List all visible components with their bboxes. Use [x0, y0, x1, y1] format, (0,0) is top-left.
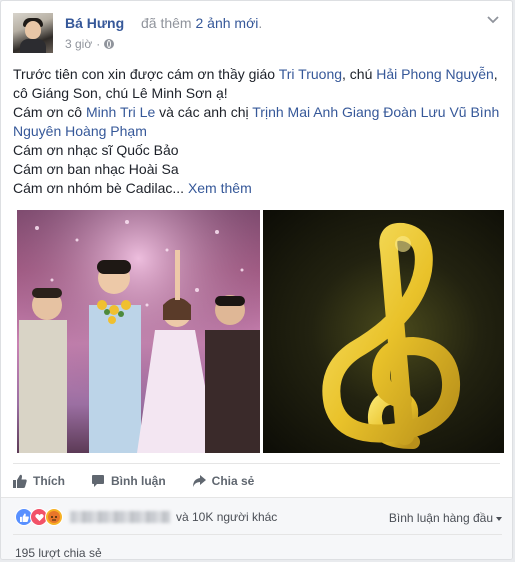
comment-sort-dropdown[interactable]: Bình luận hàng đầu — [389, 511, 502, 525]
reactions-bar: và 10K người khác Bình luận hàng đầu 195… — [1, 497, 512, 559]
reaction-count-text[interactable]: và 10K người khác — [176, 510, 277, 524]
comment-icon — [92, 475, 104, 487]
post-action: đã thêm 2 ảnh mới. — [141, 15, 262, 31]
text-segment: Cám ơn nhóm bè Cadilac... — [13, 180, 185, 196]
text-line-4: Cám ơn ban nhạc Hoài Sa — [13, 161, 179, 177]
reaction-summary[interactable]: và 10K người khác — [15, 507, 277, 527]
photo-grid — [13, 208, 504, 454]
chevron-down-icon[interactable] — [486, 13, 500, 27]
see-more-link[interactable]: Xem thêm — [188, 180, 252, 196]
text-segment: Cám ơn cô — [13, 104, 86, 120]
post-header: Bá Hưng đã thêm 2 ảnh mới. 3 giờ · — [13, 13, 500, 57]
post-text: Trước tiên con xin được cám ơn thầy giáo… — [13, 65, 500, 198]
reactor-names-blurred — [70, 511, 170, 523]
like-icon — [13, 474, 27, 488]
comment-button[interactable]: Bình luận — [91, 474, 166, 488]
stage-scene — [17, 210, 260, 453]
like-button[interactable]: Thích — [13, 474, 65, 488]
post-meta: 3 giờ · — [65, 37, 115, 51]
tag-tri-truong[interactable]: Tri Truong — [279, 66, 342, 82]
share-label: Chia sẻ — [211, 474, 255, 488]
share-count[interactable]: 195 lượt chia sẻ — [15, 546, 102, 559]
action-suffix: . — [258, 15, 263, 31]
photo-treble-clef[interactable] — [263, 210, 504, 453]
globe-icon[interactable] — [104, 39, 115, 49]
text-line-3: Cám ơn nhạc sĩ Quốc Bảo — [13, 142, 179, 158]
text-line-2: Cám ơn cô Minh Tri Le và các anh chị Trị… — [13, 103, 500, 141]
text-segment: Trước tiên con xin được cám ơn thầy giáo — [13, 66, 279, 82]
tag-minh-tri[interactable]: Minh Tri Le — [86, 104, 155, 120]
treble-clef-icon — [322, 222, 461, 449]
caret-down-icon — [496, 516, 502, 521]
text-line-1: Trước tiên con xin được cám ơn thầy giáo… — [13, 65, 500, 103]
avatar[interactable] — [13, 13, 53, 53]
divider — [13, 463, 500, 464]
meta-separator: · — [96, 37, 101, 51]
share-button[interactable]: Chia sẻ — [192, 474, 255, 488]
reactions-divider — [13, 534, 502, 535]
text-segment: và các anh chị — [155, 104, 253, 120]
share-icon — [192, 475, 206, 487]
post-card: Bá Hưng đã thêm 2 ảnh mới. 3 giờ · Trước… — [0, 0, 513, 560]
comment-label: Bình luận — [111, 474, 166, 488]
avatar-body — [20, 39, 46, 53]
post-actions: Thích Bình luận Chia sẻ — [13, 469, 500, 493]
comment-sort-label: Bình luận hàng đầu — [388, 511, 493, 525]
author-name[interactable]: Bá Hưng — [65, 15, 124, 31]
action-prefix: đã thêm — [141, 15, 192, 31]
angry-reaction-icon — [45, 508, 63, 526]
tag-hai-phong[interactable]: Hải Phong Nguyễn — [376, 66, 494, 82]
photo-stage[interactable] — [17, 210, 260, 453]
avatar-face — [25, 21, 41, 39]
text-segment: , chú — [342, 66, 377, 82]
post-time[interactable]: 3 giờ — [65, 37, 92, 51]
action-link[interactable]: 2 ảnh mới — [195, 15, 258, 31]
like-label: Thích — [33, 474, 65, 488]
text-line-5: Cám ơn nhóm bè Cadilac... Xem thêm — [13, 179, 500, 198]
